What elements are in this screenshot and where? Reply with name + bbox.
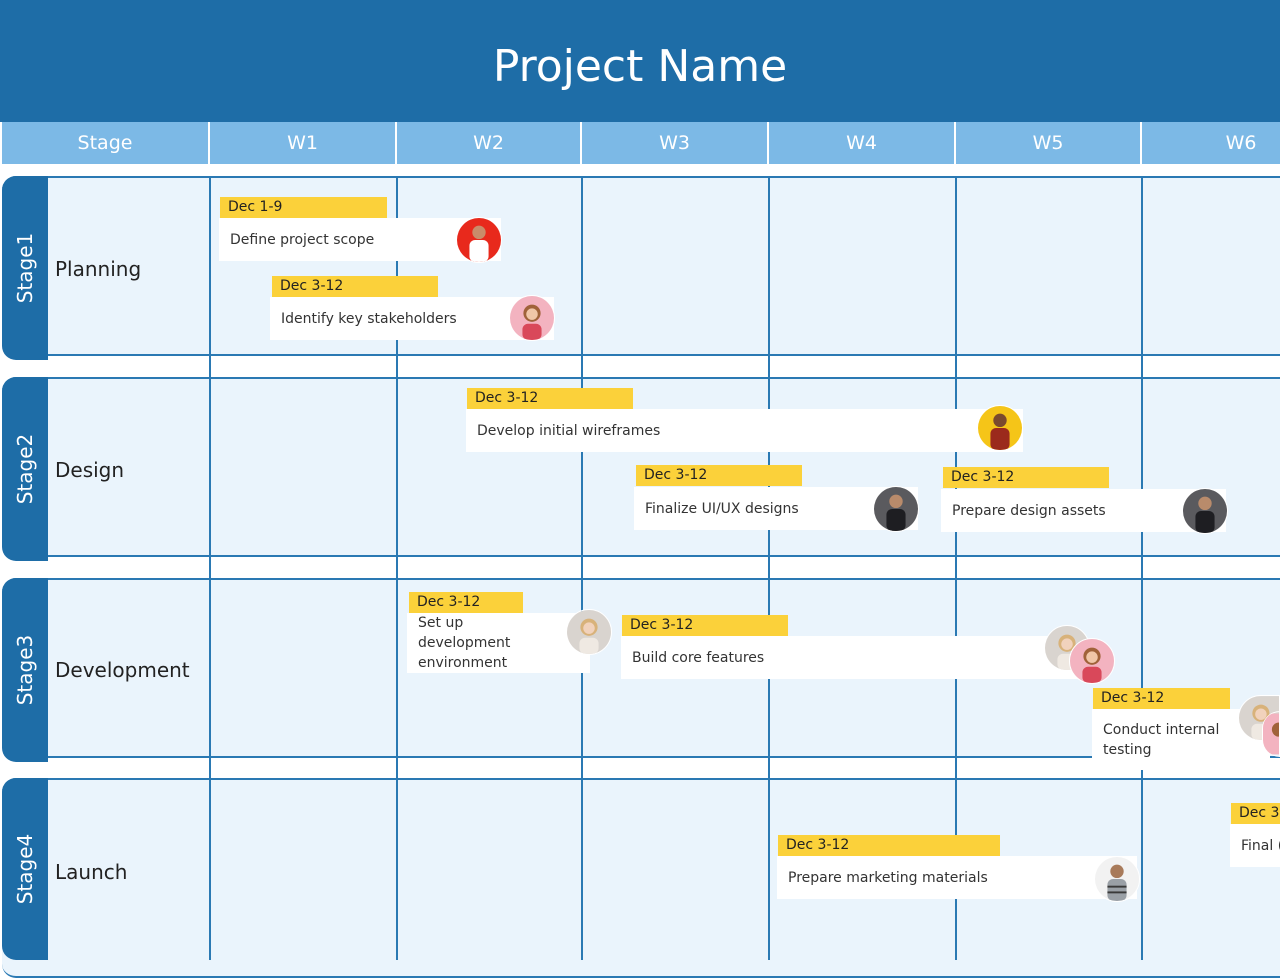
task-card-marketing[interactable]: Prepare marketing materials (777, 856, 1137, 899)
stage-tab-4[interactable]: Stage4 (2, 778, 48, 960)
stage-tab-label: Stage3 (13, 634, 37, 706)
column-header-w6: W6 (1142, 122, 1280, 164)
task-date-chip: Dec 3-12 (272, 276, 438, 297)
avatar-icon[interactable] (1094, 856, 1140, 902)
task-label: Final ( (1241, 837, 1280, 854)
grid-line-w4 (768, 176, 770, 960)
avatar-icon[interactable] (1069, 638, 1115, 684)
project-title: Project Name (492, 41, 788, 92)
stage-row-planning (2, 176, 1280, 356)
avatar-icon[interactable] (977, 405, 1023, 451)
task-label: Develop initial wireframes (477, 422, 661, 439)
column-header-w1: W1 (210, 122, 397, 164)
task-label: Conduct internal testing (1103, 721, 1220, 758)
stage-tab-label: Stage1 (13, 232, 37, 304)
task-label: Identify key stakeholders (281, 310, 457, 327)
stage-name-launch: Launch (55, 860, 128, 884)
task-date-chip: Dec 3-12 (943, 467, 1109, 488)
column-header-w5: W5 (956, 122, 1142, 164)
stage-name-planning: Planning (55, 257, 142, 281)
avatar-icon[interactable] (456, 217, 502, 263)
stage-tab-label: Stage4 (13, 833, 37, 905)
avatar-icon[interactable] (566, 609, 612, 655)
task-date-chip: Dec 3-12 (622, 615, 788, 636)
task-label: Set up development environment (418, 615, 511, 671)
task-date-chip: Dec 3-12 (636, 465, 802, 486)
task-label: Finalize UI/UX designs (645, 500, 799, 517)
task-date-chip: Dec 3-12 (1093, 688, 1230, 709)
task-date-chip: Dec 3-12 (409, 592, 523, 613)
avatar-icon[interactable] (1182, 488, 1228, 534)
avatar-icon[interactable] (509, 295, 555, 341)
stage-tab-2[interactable]: Stage2 (2, 377, 48, 561)
task-label: Prepare marketing materials (788, 869, 988, 886)
task-card-dev-env[interactable]: Set up development environment (407, 613, 590, 673)
avatar-icon[interactable] (873, 486, 919, 532)
grid-line-w1 (209, 176, 211, 960)
stage-name-development: Development (55, 658, 190, 682)
task-date-chip: Dec 3-12 (467, 388, 633, 409)
task-date-chip: Dec 3-12 (778, 835, 1000, 856)
column-header-stage: Stage (2, 122, 210, 164)
stage-name-design: Design (55, 458, 125, 482)
task-label: Build core features (632, 649, 765, 666)
column-header-w2: W2 (397, 122, 582, 164)
task-label: Define project scope (230, 231, 375, 248)
stage-tab-label: Stage2 (13, 433, 37, 505)
task-card-core-features[interactable]: Build core features (621, 636, 1086, 679)
task-date-chip: Dec 1-9 (220, 197, 387, 218)
column-header-w3: W3 (582, 122, 769, 164)
column-header-w4: W4 (769, 122, 956, 164)
task-date-chip: Dec 3- (1231, 803, 1280, 824)
grid-line-w6 (1141, 176, 1143, 960)
grid-line-w3 (581, 176, 583, 960)
task-label: Prepare design assets (952, 502, 1106, 519)
task-card-wireframes[interactable]: Develop initial wireframes (466, 409, 1023, 452)
stage-tab-1[interactable]: Stage1 (2, 176, 48, 360)
stage-tab-3[interactable]: Stage3 (2, 578, 48, 762)
task-card-final[interactable]: Final ( (1230, 824, 1280, 867)
